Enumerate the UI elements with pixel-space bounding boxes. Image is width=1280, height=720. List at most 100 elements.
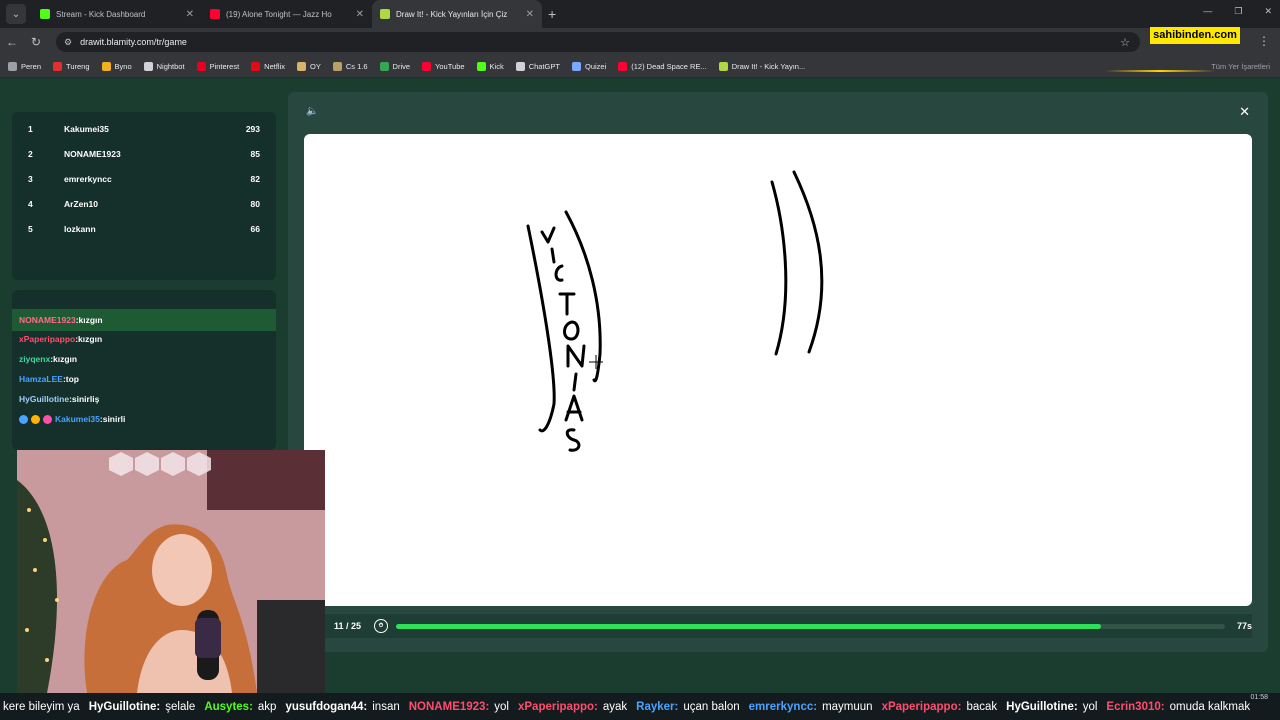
chat-username[interactable]: HyGuillotine	[19, 394, 69, 404]
tab-drawit[interactable]: Draw It! - Kick Yayınları İçin Çiz ✕	[372, 0, 542, 28]
ticker-item: Rayker: uçan balon	[636, 701, 739, 713]
bookmark-label: Tureng	[66, 62, 90, 71]
bookmark-item[interactable]: Draw It! - Kick Yayın...	[718, 62, 806, 71]
time-progress-bar	[395, 623, 1225, 629]
close-icon[interactable]: ✕	[356, 9, 364, 20]
chat-panel: NONAME1923:kızgın xPaperipappo:kızgın ziyq…	[12, 290, 276, 450]
ticker-item: Ecrin3010: omuda kalkmak	[1106, 701, 1250, 713]
close-icon[interactable]: ✕	[526, 9, 534, 20]
chat-username[interactable]: HamzaLEE	[19, 374, 63, 384]
site-info-icon[interactable]: ⚙	[64, 37, 72, 48]
ticker-text: yol	[494, 700, 509, 713]
chat-message: Kakumei35:sinirli	[19, 414, 125, 424]
ticker-username: HyGuillotine:	[88, 700, 161, 713]
ticker-item: HyGuillotine: şelale	[89, 701, 196, 713]
chat-message: xPaperipappo:kızgın	[19, 334, 102, 344]
bookmark-label: Quizei	[584, 62, 607, 71]
leaderboard-name: lozkann	[64, 224, 96, 234]
ticker-text: kere bileyim ya	[3, 700, 80, 713]
chat-text: :sinirli	[99, 414, 126, 424]
bookmark-item[interactable]: Pinterest	[196, 62, 239, 71]
bookmark-label: Byno	[114, 62, 132, 71]
new-tab-button[interactable]: +	[548, 6, 556, 22]
minimize-icon[interactable]: —	[1203, 6, 1212, 17]
drawing-stroke	[563, 320, 580, 341]
tab-youtube-jazz[interactable]: (19) Alone Tonight — Jazz Ho ✕	[202, 0, 372, 28]
chat-message: ziyqenx:kızgın	[19, 354, 77, 364]
ticker-item: yusufdogan44: insan	[285, 701, 399, 713]
drawit-icon	[380, 9, 390, 19]
tab-search-button[interactable]: ⌄	[6, 4, 26, 24]
chat-username[interactable]: Kakumei35	[55, 414, 100, 424]
bookmark-icon	[476, 62, 486, 71]
leaderboard-rank: 4	[28, 199, 33, 209]
bookmark-item[interactable]: Peren	[8, 62, 41, 71]
speaker-icon[interactable]: 🔈	[306, 106, 318, 117]
sahibinden-logo: sahibinden.com	[1150, 27, 1240, 44]
close-window-icon[interactable]: ✕	[1264, 6, 1272, 17]
bookmark-item[interactable]: OY	[297, 62, 321, 71]
leaderboard-row: 5 lozkann 66	[28, 224, 260, 240]
chat-text: :kızgın	[75, 315, 103, 325]
tab-kick-dashboard[interactable]: Stream - Kick Dashboard ✕	[32, 0, 202, 28]
leaderboard-panel: 1 Kakumei35 293 2 NONAME1923 85 3 emrerkyncc 82 4…	[12, 112, 276, 280]
back-icon[interactable]: ←	[0, 35, 24, 49]
bookmark-label: Nightbot	[156, 62, 185, 71]
bookmark-label: Draw It! - Kick Yayın...	[731, 62, 806, 71]
bookmark-icon	[8, 62, 17, 71]
close-icon[interactable]: ✕	[186, 9, 194, 20]
chat-badge-icon	[31, 414, 40, 424]
browser-toolbar: ← ↻ ⚙ drawit.blamity.com/tr/game ☆	[0, 28, 1280, 56]
bookmark-icon	[143, 62, 153, 71]
drawing-stroke	[564, 394, 584, 422]
bookmark-item[interactable]: Cs 1.6	[332, 62, 368, 71]
bookmark-item[interactable]: (12) Dead Space RE...	[618, 62, 707, 71]
bookmark-label: Netflix	[264, 62, 286, 71]
leaderboard-row: 2 NONAME1923 85	[28, 149, 260, 165]
reload-icon[interactable]: ↻	[24, 35, 48, 49]
round-counter: 11 / 25	[334, 621, 362, 631]
ticker-item: xPaperipappo: bacak	[882, 701, 998, 713]
chat-username[interactable]: ziyqenx	[19, 354, 50, 364]
bookmark-item[interactable]: Quizei	[571, 62, 607, 71]
drawing-canvas[interactable]	[304, 134, 1252, 606]
bookmark-label: Cs 1.6	[345, 62, 368, 71]
chat-username[interactable]: NONAME1923	[19, 315, 76, 325]
bookmark-item[interactable]: Drive	[379, 62, 411, 71]
bookmark-item[interactable]: Nightbot	[143, 62, 185, 71]
drawing-stroke	[566, 344, 586, 368]
close-icon[interactable]: ✕	[1239, 104, 1250, 120]
bookmark-icon	[53, 62, 63, 71]
ticker-username: xPaperipappo:	[881, 700, 962, 713]
maximize-icon[interactable]: ❐	[1234, 6, 1242, 17]
all-bookmarks-link[interactable]: Tüm Yer İşaretleri	[1211, 62, 1270, 71]
game-panel: 🔈 ✕ 11 / 25 ⏱ 77s	[288, 92, 1268, 652]
ticker-username: NONAME1923:	[408, 700, 490, 713]
bookmark-item[interactable]: ChatGPT	[515, 62, 560, 71]
chat-badge-icon	[19, 414, 28, 424]
bookmark-icon	[618, 62, 628, 71]
bookmark-item[interactable]: Tureng	[53, 62, 90, 71]
leaderboard-name: Kakumei35	[64, 124, 109, 134]
address-bar[interactable]: ⚙ drawit.blamity.com/tr/game ☆	[56, 32, 1140, 52]
ticker-username: Rayker:	[636, 700, 679, 713]
bookmark-icon	[718, 62, 728, 71]
bookmark-item[interactable]: YouTube	[422, 62, 465, 71]
round-progress: 11 / 25 ⏱ 77s	[304, 614, 1252, 638]
bookmark-item[interactable]: Byno	[101, 62, 132, 71]
streamer-image	[17, 450, 325, 693]
ticker-text: ayak	[602, 700, 628, 713]
ticker-text: bacak	[966, 700, 998, 713]
bookmark-star-icon[interactable]: ☆	[1120, 36, 1130, 49]
ticker-text: insan	[372, 700, 400, 713]
chat-badge-icon	[43, 414, 52, 424]
bookmark-label: Drive	[392, 62, 411, 71]
system-clock: 01:58	[1250, 694, 1268, 701]
leaderboard-score: 80	[250, 199, 260, 209]
bookmark-item[interactable]: Netflix	[251, 62, 285, 71]
time-progress-fill	[395, 623, 1101, 629]
chat-username[interactable]: xPaperipappo	[19, 334, 75, 344]
drawing-stroke	[526, 224, 556, 433]
bookmark-item[interactable]: Kick	[476, 62, 504, 71]
browser-menu-icon[interactable]: ⋮	[1258, 34, 1270, 48]
